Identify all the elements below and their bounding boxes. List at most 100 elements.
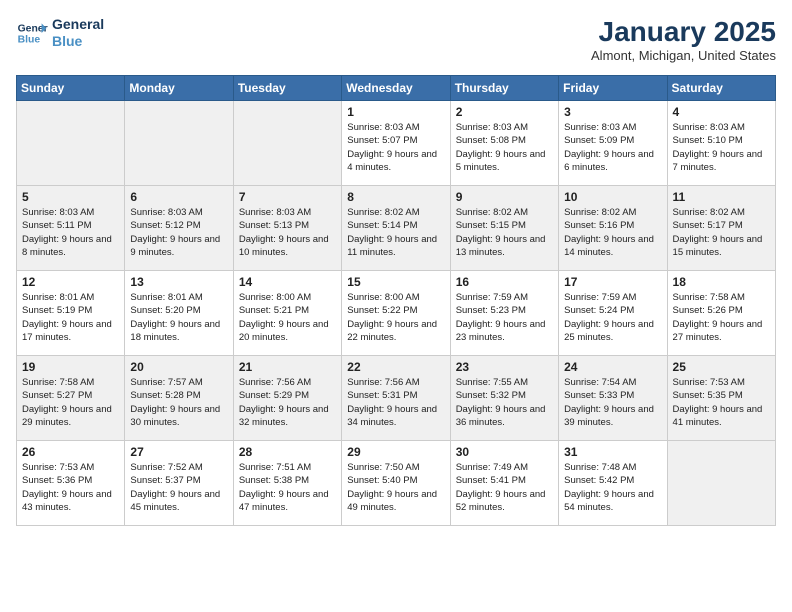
day-info: Sunrise: 7:59 AMSunset: 5:23 PMDaylight:… — [456, 291, 553, 344]
day-info: Sunrise: 7:57 AMSunset: 5:28 PMDaylight:… — [130, 376, 227, 429]
calendar-cell: 24Sunrise: 7:54 AMSunset: 5:33 PMDayligh… — [559, 356, 667, 441]
calendar-table: SundayMondayTuesdayWednesdayThursdayFrid… — [16, 75, 776, 526]
calendar-cell — [667, 441, 775, 526]
day-info: Sunrise: 8:02 AMSunset: 5:16 PMDaylight:… — [564, 206, 661, 259]
weekday-header-row: SundayMondayTuesdayWednesdayThursdayFrid… — [17, 76, 776, 101]
day-info: Sunrise: 7:48 AMSunset: 5:42 PMDaylight:… — [564, 461, 661, 514]
day-info: Sunrise: 8:03 AMSunset: 5:07 PMDaylight:… — [347, 121, 444, 174]
day-info: Sunrise: 7:51 AMSunset: 5:38 PMDaylight:… — [239, 461, 336, 514]
day-info: Sunrise: 7:50 AMSunset: 5:40 PMDaylight:… — [347, 461, 444, 514]
day-number: 4 — [673, 105, 770, 119]
day-number: 8 — [347, 190, 444, 204]
calendar-week-row: 1 Sunrise: 8:03 AMSunset: 5:07 PMDaylight… — [17, 101, 776, 186]
day-number: 26 — [22, 445, 119, 459]
calendar-cell: 9Sunrise: 8:02 AMSunset: 5:15 PMDaylight… — [450, 186, 558, 271]
day-number: 7 — [239, 190, 336, 204]
day-number: 31 — [564, 445, 661, 459]
logo-text: GeneralBlue — [52, 16, 104, 50]
calendar-cell: 25 Sunrise: 7:53 AMSunset: 5:35 PMDayligh… — [667, 356, 775, 441]
weekday-header-friday: Friday — [559, 76, 667, 101]
calendar-week-row: 12 Sunrise: 8:01 AMSunset: 5:19 PMDayligh… — [17, 271, 776, 356]
day-info: Sunrise: 8:03 AMSunset: 5:12 PMDaylight:… — [130, 206, 227, 259]
calendar-cell: 3 Sunrise: 8:03 AMSunset: 5:09 PMDaylight… — [559, 101, 667, 186]
calendar-week-row: 5Sunrise: 8:03 AMSunset: 5:11 PMDaylight… — [17, 186, 776, 271]
day-info: Sunrise: 8:01 AMSunset: 5:20 PMDaylight:… — [130, 291, 227, 344]
calendar-cell: 28Sunrise: 7:51 AMSunset: 5:38 PMDayligh… — [233, 441, 341, 526]
calendar-cell: 23 Sunrise: 7:55 AMSunset: 5:32 PMDayligh… — [450, 356, 558, 441]
page-header: General Blue GeneralBlue January 2025 Al… — [16, 16, 776, 63]
day-info: Sunrise: 7:55 AMSunset: 5:32 PMDaylight:… — [456, 376, 553, 429]
day-info: Sunrise: 8:01 AMSunset: 5:19 PMDaylight:… — [22, 291, 119, 344]
calendar-cell: 15 Sunrise: 8:00 AMSunset: 5:22 PMDayligh… — [342, 271, 450, 356]
weekday-header-sunday: Sunday — [17, 76, 125, 101]
day-info: Sunrise: 7:56 AMSunset: 5:29 PMDaylight:… — [239, 376, 336, 429]
month-title: January 2025 — [591, 16, 776, 48]
day-number: 20 — [130, 360, 227, 374]
day-info: Sunrise: 8:02 AMSunset: 5:17 PMDaylight:… — [673, 206, 770, 259]
calendar-cell: 14Sunrise: 8:00 AMSunset: 5:21 PMDayligh… — [233, 271, 341, 356]
day-info: Sunrise: 8:00 AMSunset: 5:21 PMDaylight:… — [239, 291, 336, 344]
day-info: Sunrise: 8:00 AMSunset: 5:22 PMDaylight:… — [347, 291, 444, 344]
calendar-cell: 30 Sunrise: 7:49 AMSunset: 5:41 PMDayligh… — [450, 441, 558, 526]
calendar-cell: 17 Sunrise: 7:59 AMSunset: 5:24 PMDayligh… — [559, 271, 667, 356]
calendar-cell: 31 Sunrise: 7:48 AMSunset: 5:42 PMDayligh… — [559, 441, 667, 526]
day-info: Sunrise: 8:03 AMSunset: 5:10 PMDaylight:… — [673, 121, 770, 174]
day-number: 27 — [130, 445, 227, 459]
day-number: 5 — [22, 190, 119, 204]
day-info: Sunrise: 7:53 AMSunset: 5:36 PMDaylight:… — [22, 461, 119, 514]
day-number: 21 — [239, 360, 336, 374]
day-number: 18 — [673, 275, 770, 289]
day-number: 29 — [347, 445, 444, 459]
day-info: Sunrise: 7:58 AMSunset: 5:26 PMDaylight:… — [673, 291, 770, 344]
day-info: Sunrise: 8:03 AMSunset: 5:13 PMDaylight:… — [239, 206, 336, 259]
day-number: 17 — [564, 275, 661, 289]
day-number: 3 — [564, 105, 661, 119]
calendar-cell: 6Sunrise: 8:03 AMSunset: 5:12 PMDaylight… — [125, 186, 233, 271]
day-number: 12 — [22, 275, 119, 289]
calendar-cell: 7 Sunrise: 8:03 AMSunset: 5:13 PMDaylight… — [233, 186, 341, 271]
svg-text:Blue: Blue — [18, 34, 41, 45]
day-info: Sunrise: 7:49 AMSunset: 5:41 PMDaylight:… — [456, 461, 553, 514]
day-info: Sunrise: 7:53 AMSunset: 5:35 PMDaylight:… — [673, 376, 770, 429]
day-info: Sunrise: 7:58 AMSunset: 5:27 PMDaylight:… — [22, 376, 119, 429]
day-number: 13 — [130, 275, 227, 289]
weekday-header-monday: Monday — [125, 76, 233, 101]
calendar-cell: 2Sunrise: 8:03 AMSunset: 5:08 PMDaylight… — [450, 101, 558, 186]
calendar-cell: 26 Sunrise: 7:53 AMSunset: 5:36 PMDayligh… — [17, 441, 125, 526]
calendar-cell: 20 Sunrise: 7:57 AMSunset: 5:28 PMDayligh… — [125, 356, 233, 441]
day-number: 10 — [564, 190, 661, 204]
calendar-cell: 19 Sunrise: 7:58 AMSunset: 5:27 PMDayligh… — [17, 356, 125, 441]
day-number: 16 — [456, 275, 553, 289]
day-info: Sunrise: 7:56 AMSunset: 5:31 PMDaylight:… — [347, 376, 444, 429]
logo: General Blue GeneralBlue — [16, 16, 104, 50]
day-number: 1 — [347, 105, 444, 119]
day-number: 19 — [22, 360, 119, 374]
calendar-cell: 10 Sunrise: 8:02 AMSunset: 5:16 PMDayligh… — [559, 186, 667, 271]
day-info: Sunrise: 7:59 AMSunset: 5:24 PMDaylight:… — [564, 291, 661, 344]
weekday-header-tuesday: Tuesday — [233, 76, 341, 101]
day-number: 25 — [673, 360, 770, 374]
calendar-cell — [17, 101, 125, 186]
day-info: Sunrise: 7:54 AMSunset: 5:33 PMDaylight:… — [564, 376, 661, 429]
calendar-cell: 12 Sunrise: 8:01 AMSunset: 5:19 PMDayligh… — [17, 271, 125, 356]
calendar-cell: 11Sunrise: 8:02 AMSunset: 5:17 PMDayligh… — [667, 186, 775, 271]
calendar-week-row: 26 Sunrise: 7:53 AMSunset: 5:36 PMDayligh… — [17, 441, 776, 526]
calendar-cell: 1 Sunrise: 8:03 AMSunset: 5:07 PMDaylight… — [342, 101, 450, 186]
title-block: January 2025 Almont, Michigan, United St… — [591, 16, 776, 63]
calendar-week-row: 19 Sunrise: 7:58 AMSunset: 5:27 PMDayligh… — [17, 356, 776, 441]
calendar-cell: 27 Sunrise: 7:52 AMSunset: 5:37 PMDayligh… — [125, 441, 233, 526]
day-number: 30 — [456, 445, 553, 459]
weekday-header-saturday: Saturday — [667, 76, 775, 101]
day-number: 15 — [347, 275, 444, 289]
day-number: 23 — [456, 360, 553, 374]
calendar-cell — [125, 101, 233, 186]
day-info: Sunrise: 8:03 AMSunset: 5:08 PMDaylight:… — [456, 121, 553, 174]
day-info: Sunrise: 8:02 AMSunset: 5:14 PMDaylight:… — [347, 206, 444, 259]
day-info: Sunrise: 7:52 AMSunset: 5:37 PMDaylight:… — [130, 461, 227, 514]
day-info: Sunrise: 8:02 AMSunset: 5:15 PMDaylight:… — [456, 206, 553, 259]
day-info: Sunrise: 8:03 AMSunset: 5:09 PMDaylight:… — [564, 121, 661, 174]
calendar-cell: 29 Sunrise: 7:50 AMSunset: 5:40 PMDayligh… — [342, 441, 450, 526]
location: Almont, Michigan, United States — [591, 48, 776, 63]
calendar-cell: 4 Sunrise: 8:03 AMSunset: 5:10 PMDaylight… — [667, 101, 775, 186]
weekday-header-wednesday: Wednesday — [342, 76, 450, 101]
